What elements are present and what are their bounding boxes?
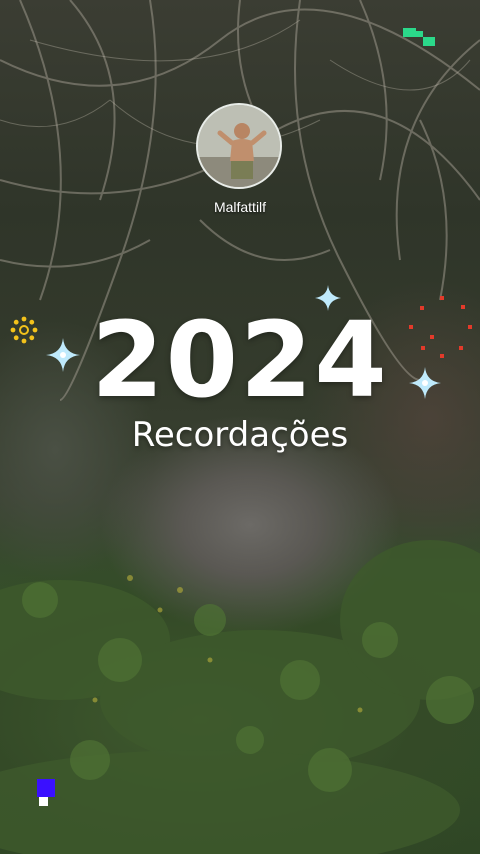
recap-subtitle: Recordações (131, 415, 349, 455)
username-label: Malfattilf (213, 199, 267, 215)
recap-year: 2024 (91, 299, 389, 421)
avatar-photo (198, 105, 280, 187)
profile-avatar[interactable] (196, 103, 282, 189)
